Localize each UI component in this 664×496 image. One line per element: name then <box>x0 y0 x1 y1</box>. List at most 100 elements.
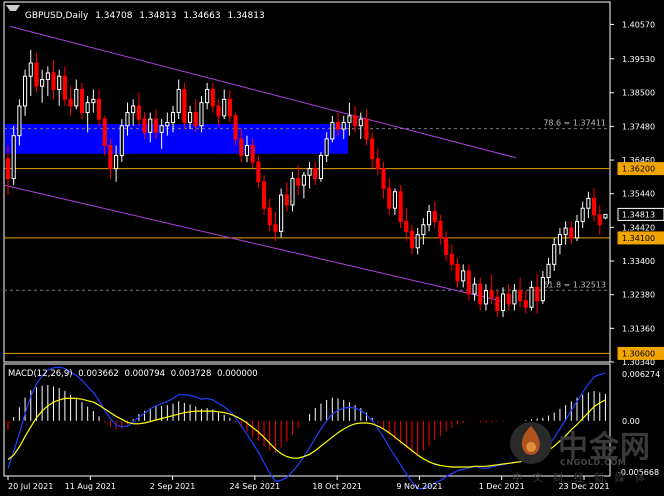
candle-body-40 <box>233 115 238 140</box>
low-value: 1.34663 <box>183 11 221 21</box>
macd-value-3: 0.003728 <box>170 369 212 379</box>
x-tick-label-3: 24 Sep 2021 <box>230 482 281 491</box>
candle-body-60 <box>347 115 352 123</box>
candle-body-55 <box>318 154 324 180</box>
candle-body-62 <box>358 118 363 127</box>
watermark-sub: 中文财经新媒体 <box>512 472 656 484</box>
candle-body-98 <box>563 227 568 236</box>
y-tick-label-8: 1.32380 <box>622 291 655 300</box>
candle-body-104 <box>597 214 602 226</box>
candle-body-8 <box>51 72 56 90</box>
candle-body-103 <box>592 197 597 216</box>
candle-body-96 <box>552 244 557 265</box>
candle-body-16 <box>96 98 102 120</box>
price-label-text-0: 1.36200 <box>622 165 655 174</box>
candle-body-15 <box>91 98 96 104</box>
x-tick-label-0: 20 Jul 2021 <box>8 482 53 491</box>
candle-body-14 <box>85 102 90 114</box>
candle-body-48 <box>279 194 284 232</box>
candle-body-95 <box>546 263 551 279</box>
symbol-label: GBPUSD,Daily <box>24 11 89 21</box>
demand-zone <box>5 124 348 154</box>
candle-body-1 <box>11 135 16 180</box>
candle-body-23 <box>136 105 141 120</box>
candle-body-56 <box>324 138 329 156</box>
y-tick-label-2: 1.38500 <box>622 89 655 98</box>
candle-body-63 <box>364 118 369 140</box>
candle-body-29 <box>170 112 176 123</box>
macd-tick-label-0: 0.006274 <box>622 370 660 379</box>
macd-value-2: 0.000794 <box>124 369 166 379</box>
candle-body-61 <box>353 115 358 127</box>
candle-body-73 <box>421 224 426 236</box>
candle-body-102 <box>586 197 591 209</box>
candle-body-49 <box>284 194 289 206</box>
candle-body-37 <box>216 105 221 117</box>
candle-body-26 <box>153 118 159 133</box>
candle-body-25 <box>148 118 153 133</box>
candle-body-77 <box>444 237 449 255</box>
candle-body-10 <box>62 75 67 100</box>
candle-body-24 <box>142 118 147 133</box>
candle-body-35 <box>205 88 210 104</box>
candle-body-13 <box>79 88 85 114</box>
candle-body-75 <box>432 211 437 222</box>
candle-body-87 <box>500 293 506 312</box>
chart-header: GBPUSD,Daily 1.34708 1.34813 1.34663 1.3… <box>6 5 269 21</box>
candle-body-76 <box>438 220 443 239</box>
candle-body-47 <box>273 224 278 232</box>
candle-body-68 <box>392 191 397 209</box>
candle-body-88 <box>506 293 511 305</box>
candle-body-90 <box>518 290 523 302</box>
header-icon <box>6 5 20 17</box>
x-tick-label-5: 9 Nov 2021 <box>396 482 442 491</box>
candle-body-78 <box>449 253 454 265</box>
candle-body-5 <box>34 62 39 87</box>
candle-body-44 <box>256 161 261 183</box>
candle-body-89 <box>512 290 517 305</box>
y-tick-label-9: 1.31360 <box>622 324 655 333</box>
candle-body-85 <box>489 290 494 298</box>
candle-body-59 <box>341 121 346 130</box>
candle-body-7 <box>45 72 50 81</box>
x-tick-label-1: 11 Aug 2021 <box>65 482 116 491</box>
candle-body-92 <box>529 286 534 308</box>
candle-body-97 <box>557 234 562 246</box>
macd-label: MACD(12,26,9) <box>8 369 73 379</box>
candle-body-30 <box>176 88 181 114</box>
candle-body-105 <box>603 213 608 219</box>
candle-body-84 <box>483 290 489 305</box>
candle-body-33 <box>193 112 198 127</box>
chart-window: 78.6 = 1.37411 61.8 = 1.32513 1.40570 1.39… <box>0 0 664 496</box>
y-tick-label-1: 1.39530 <box>622 55 655 64</box>
candle-body-46 <box>267 207 272 226</box>
candle-body-19 <box>114 154 119 170</box>
macd-header: MACD(12,26,9) 0.003662 0.000794 0.003728… <box>8 369 261 379</box>
candle-body-66 <box>381 168 386 189</box>
close-value: 1.34813 <box>227 11 265 21</box>
candle-body-39 <box>227 98 232 117</box>
candle-body-94 <box>540 277 545 302</box>
candle-body-3 <box>23 75 28 107</box>
candle-body-99 <box>569 227 574 239</box>
channel-lower-line <box>3 184 501 302</box>
candle-body-34 <box>199 102 204 127</box>
candle-body-42 <box>244 145 250 156</box>
candle-body-41 <box>239 138 244 156</box>
watermark-logo-icon <box>510 422 552 464</box>
candle-body-53 <box>307 168 312 176</box>
y-tick-label-7: 1.33400 <box>622 257 655 266</box>
candle-body-9 <box>57 75 62 90</box>
candle-body-51 <box>296 178 301 186</box>
watermark-en: CNGOLD.COM <box>560 458 627 467</box>
candle-body-32 <box>188 112 193 123</box>
main-pane-frame <box>3 1 611 363</box>
price-label-text-2: 1.34100 <box>622 234 655 243</box>
candle-body-83 <box>478 283 483 305</box>
candle-body-52 <box>301 174 306 186</box>
candle-body-12 <box>74 88 79 107</box>
candle-body-82 <box>472 283 477 295</box>
candle-body-31 <box>182 88 187 123</box>
high-value: 1.34813 <box>139 11 177 21</box>
candle-body-93 <box>535 286 540 302</box>
